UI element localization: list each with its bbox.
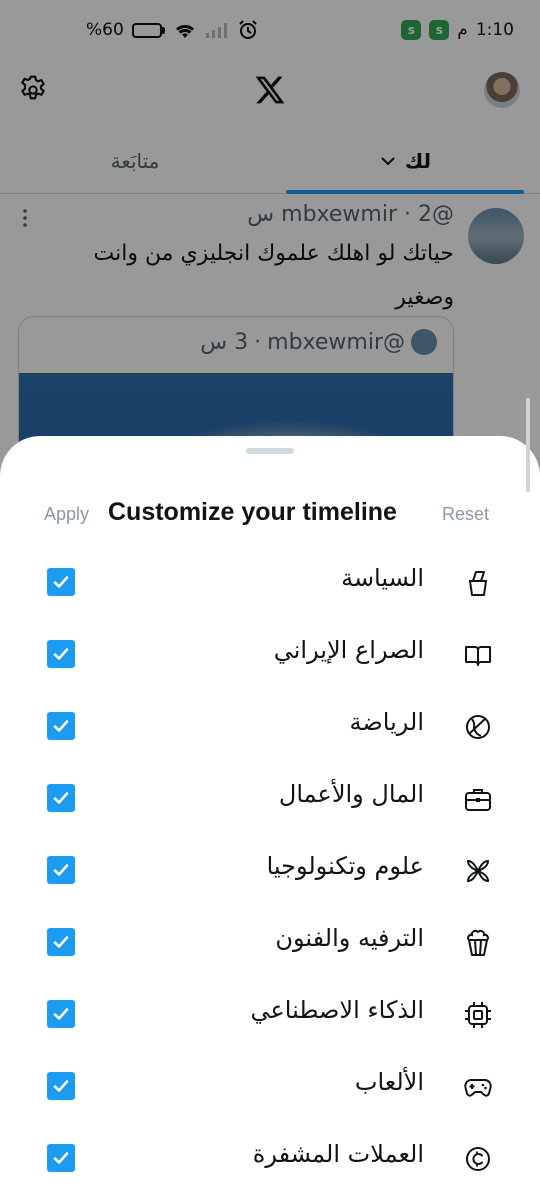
topic-checkbox[interactable] [47, 928, 75, 956]
sheet-drag-handle[interactable] [246, 448, 294, 454]
sheet-header: Apply Customize your timeline Reset [0, 496, 540, 536]
sheet-scrollbar[interactable] [526, 436, 530, 492]
topic-label: علوم وتكنولوجيا [266, 852, 424, 880]
topic-row[interactable]: المال والأعمال [0, 768, 540, 832]
crypto-coin-icon [466, 1147, 490, 1171]
topic-label: الترفيه والفنون [275, 924, 424, 952]
atom-icon [467, 860, 489, 882]
topic-label: الرياضة [349, 708, 424, 736]
checkmark-icon [53, 864, 69, 876]
checkmark-icon [53, 648, 69, 660]
topic-checkbox[interactable] [47, 1000, 75, 1028]
topic-label: الصراع الإيراني [273, 636, 424, 664]
topic-label: السياسة [341, 564, 424, 592]
checkmark-icon [53, 576, 69, 588]
apply-button[interactable]: Apply [44, 504, 89, 525]
popcorn-icon [467, 929, 489, 956]
customize-timeline-sheet: Apply Customize your timeline Reset السي… [0, 436, 540, 1200]
topic-row[interactable]: الألعاب [0, 1056, 540, 1120]
topic-row[interactable]: الترفيه والفنون [0, 912, 540, 976]
reset-button[interactable]: Reset [442, 504, 489, 525]
topic-row[interactable]: علوم وتكنولوجيا [0, 840, 540, 904]
checkmark-icon [53, 1008, 69, 1020]
topic-label: العملات المشفرة [252, 1140, 424, 1168]
checkmark-icon [53, 1080, 69, 1092]
topic-row[interactable]: الصراع الإيراني [0, 624, 540, 688]
briefcase-icon [465, 789, 491, 811]
topic-row[interactable]: السياسة [0, 552, 540, 616]
topic-row[interactable]: العملات المشفرة [0, 1128, 540, 1192]
topic-label: الذكاء الاصطناعي [250, 996, 424, 1024]
topic-checkbox[interactable] [47, 784, 75, 812]
checkmark-icon [53, 936, 69, 948]
topic-checkbox[interactable] [47, 1144, 75, 1172]
checkmark-icon [53, 792, 69, 804]
sheet-title: Customize your timeline [108, 498, 397, 526]
book-icon [465, 646, 491, 666]
checkmark-icon [53, 1152, 69, 1164]
topic-checkbox[interactable] [47, 712, 75, 740]
chip-icon [465, 1002, 491, 1028]
topic-label: المال والأعمال [278, 780, 424, 808]
topic-checkbox[interactable] [47, 568, 75, 596]
checkmark-icon [53, 720, 69, 732]
topic-checkbox[interactable] [47, 640, 75, 668]
ball-icon [466, 715, 490, 739]
topic-row[interactable]: الذكاء الاصطناعي [0, 984, 540, 1048]
topic-label: الألعاب [354, 1068, 424, 1096]
gamepad-icon [464, 1079, 492, 1097]
ballot-box-icon [469, 571, 487, 596]
topic-checkbox[interactable] [47, 856, 75, 884]
topic-row[interactable]: الرياضة [0, 696, 540, 760]
topic-checkbox[interactable] [47, 1072, 75, 1100]
